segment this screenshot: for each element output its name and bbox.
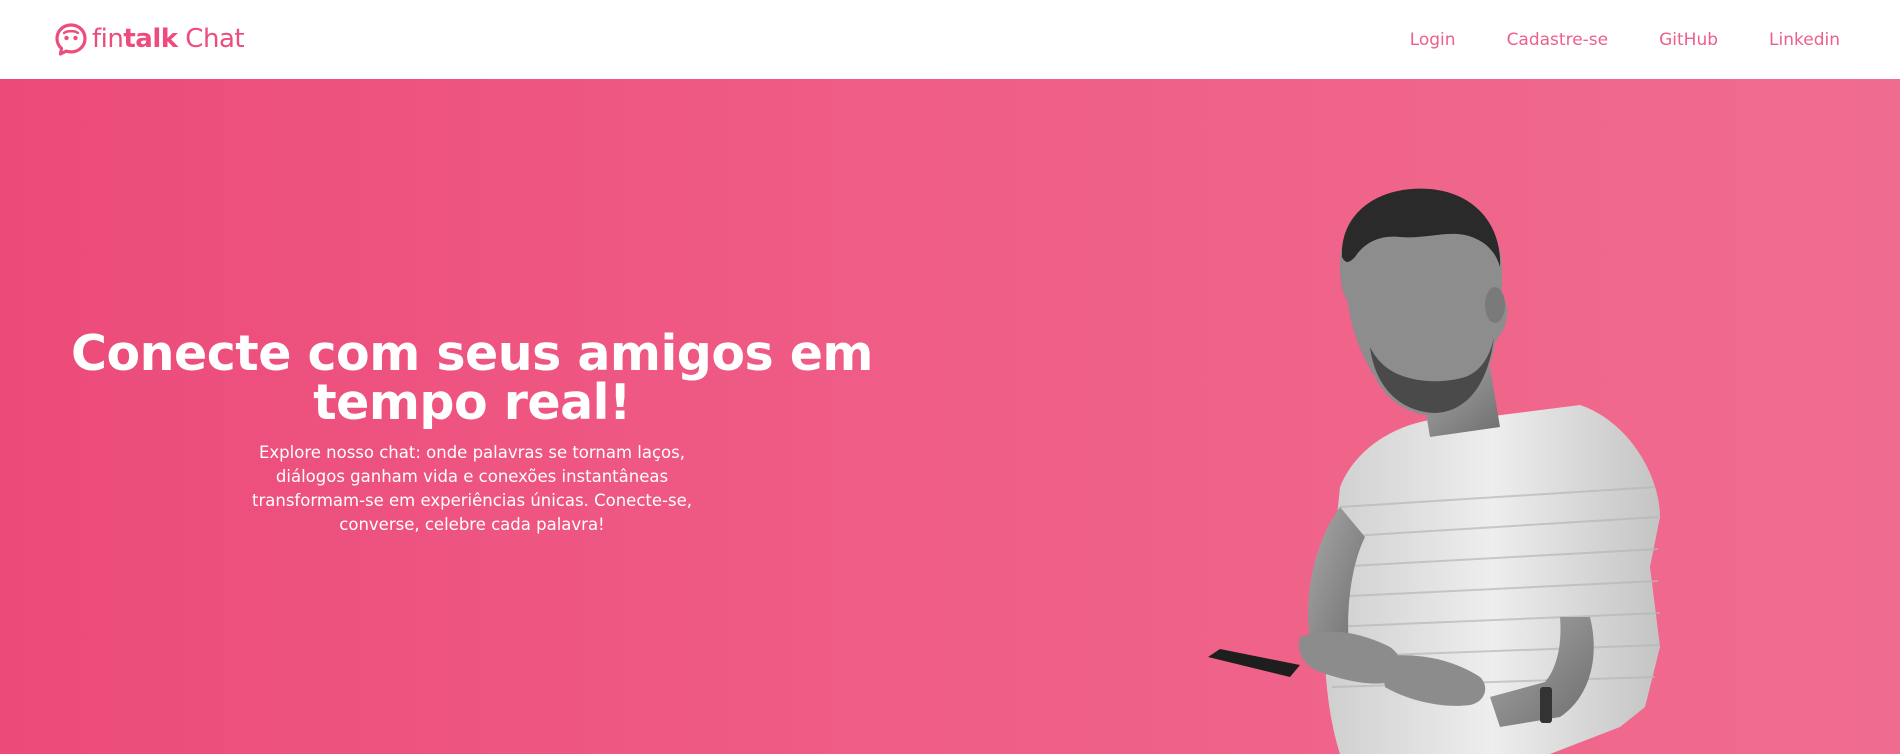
hero-person-image: [1208, 188, 1661, 754]
brand-name-bold: talk: [123, 24, 178, 54]
nav-link-signup[interactable]: Cadastre-se: [1507, 29, 1609, 51]
brand-name-thin: fin: [92, 24, 124, 54]
nav-link-github[interactable]: GitHub: [1659, 29, 1718, 51]
nav-link-linkedin[interactable]: Linkedin: [1769, 29, 1840, 51]
hero-description: Explore nosso chat: onde palavras se tor…: [252, 443, 692, 534]
chat-bubble-smile-icon: [55, 23, 87, 56]
hero-section: Conecte com seus amigos em tempo real! E…: [0, 79, 1900, 754]
nav-link-login[interactable]: Login: [1410, 29, 1456, 51]
brand-logo[interactable]: fintalk Chat: [54, 22, 245, 56]
hero-text: Conecte com seus amigos em tempo real! E…: [60, 329, 884, 537]
hero-title: Conecte com seus amigos em tempo real!: [70, 325, 874, 431]
brand-name-suffix: Chat: [177, 24, 245, 54]
navbar: fintalk Chat Login Cadastre-se GitHub Li…: [0, 0, 1900, 79]
brand-name: fintalk Chat: [92, 24, 245, 54]
nav-links: Login Cadastre-se GitHub Linkedin: [1410, 29, 1840, 51]
